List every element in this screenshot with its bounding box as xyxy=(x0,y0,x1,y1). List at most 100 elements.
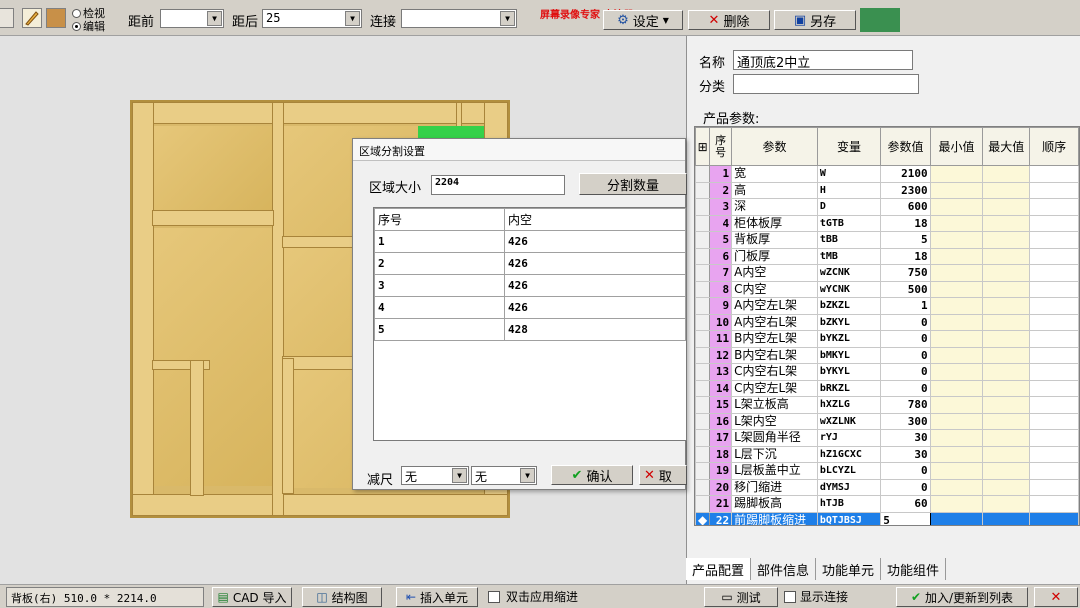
row-index[interactable]: 2 xyxy=(709,181,733,199)
test-button[interactable]: ▭ 测试 xyxy=(704,587,778,607)
var-name[interactable]: D xyxy=(816,198,882,216)
table-row[interactable]: 18 L层下沉 hZ1GCXC 30 xyxy=(695,445,1079,463)
min-value[interactable] xyxy=(929,346,984,364)
row-selector[interactable] xyxy=(695,198,711,216)
row-index[interactable]: 4 xyxy=(709,214,733,232)
table-row[interactable]: 3 426 xyxy=(374,274,686,297)
order-value[interactable] xyxy=(1029,396,1079,414)
select-icon[interactable] xyxy=(0,8,14,28)
row-index[interactable]: 22 xyxy=(709,511,733,525)
dist-back-combo[interactable]: 25 ▼ xyxy=(262,9,362,28)
col-header-min[interactable]: 最小值 xyxy=(929,127,984,166)
settings-button[interactable]: ⚙ 设定 ▼ xyxy=(603,10,683,30)
param-value[interactable]: 780 xyxy=(880,396,931,414)
confirm-button[interactable]: ✔ 确认 xyxy=(551,465,633,485)
order-value[interactable] xyxy=(1029,247,1079,265)
var-name[interactable]: tGTB xyxy=(816,214,882,232)
order-value[interactable] xyxy=(1029,165,1079,183)
row-selector[interactable] xyxy=(695,280,711,298)
max-value[interactable] xyxy=(982,396,1031,414)
min-value[interactable] xyxy=(929,478,984,496)
row-selector[interactable] xyxy=(695,231,711,249)
table-row[interactable]: 14 C内空左L架 bRKZL 0 xyxy=(695,379,1079,397)
param-value[interactable]: 750 xyxy=(880,264,931,282)
param-value[interactable]: 500 xyxy=(880,280,931,298)
param-value[interactable]: 5 xyxy=(880,511,931,525)
row-selector[interactable]: ◆ xyxy=(695,511,711,525)
row-index[interactable]: 3 xyxy=(709,198,733,216)
order-value[interactable] xyxy=(1029,231,1079,249)
max-value[interactable] xyxy=(982,511,1031,525)
split-index[interactable]: 2 xyxy=(374,252,505,275)
delete-button[interactable]: ✕ 删除 xyxy=(688,10,770,30)
param-value[interactable]: 60 xyxy=(880,495,931,513)
param-name[interactable]: 背板厚 xyxy=(731,231,818,249)
param-name[interactable]: 前踢脚板缩进 xyxy=(731,511,818,525)
param-name[interactable]: A内空左L架 xyxy=(731,297,818,315)
param-value[interactable]: 300 xyxy=(880,412,931,430)
var-name[interactable]: W xyxy=(816,165,882,183)
order-value[interactable] xyxy=(1029,478,1079,496)
split-count-button[interactable]: 分割数量 xyxy=(579,173,687,195)
row-selector[interactable] xyxy=(695,165,711,183)
table-row[interactable]: 2 高 H 2300 xyxy=(695,181,1079,199)
max-value[interactable] xyxy=(982,313,1031,331)
max-value[interactable] xyxy=(982,412,1031,430)
table-row[interactable]: 13 C内空右L架 bYKYL 0 xyxy=(695,363,1079,381)
max-value[interactable] xyxy=(982,379,1031,397)
var-name[interactable]: hZ1GCXC xyxy=(816,445,882,463)
var-name[interactable]: bLCYZL xyxy=(816,462,882,480)
row-index[interactable]: 17 xyxy=(709,429,733,447)
table-row[interactable]: 4 426 xyxy=(374,296,686,319)
col-header-var[interactable]: 变量 xyxy=(816,127,882,166)
min-value[interactable] xyxy=(929,280,984,298)
chevron-down-icon[interactable]: ▼ xyxy=(345,11,360,26)
order-value[interactable] xyxy=(1029,181,1079,199)
max-value[interactable] xyxy=(982,264,1031,282)
order-value[interactable] xyxy=(1029,495,1079,513)
min-value[interactable] xyxy=(929,181,984,199)
col-header-param[interactable]: 参数 xyxy=(731,127,818,166)
table-row[interactable]: 5 背板厚 tBB 5 xyxy=(695,231,1079,249)
table-row[interactable]: 10 A内空右L架 bZKYL 0 xyxy=(695,313,1079,331)
order-value[interactable] xyxy=(1029,462,1079,480)
col-header-index[interactable]: 序号 xyxy=(374,208,505,231)
reduce-combo-a[interactable]: 无 ▼ xyxy=(401,466,469,485)
param-value[interactable]: 2100 xyxy=(880,165,931,183)
table-row[interactable]: 4 柜体板厚 tGTB 18 xyxy=(695,214,1079,232)
row-selector[interactable] xyxy=(695,396,711,414)
dblclick-indent-checkbox[interactable] xyxy=(488,591,500,603)
order-value[interactable] xyxy=(1029,412,1079,430)
order-value[interactable] xyxy=(1029,313,1079,331)
param-value[interactable]: 0 xyxy=(880,478,931,496)
split-inner-value[interactable]: 428 xyxy=(504,318,686,341)
min-value[interactable] xyxy=(929,511,984,525)
row-selector[interactable] xyxy=(695,247,711,265)
param-name[interactable]: 柜体板厚 xyxy=(731,214,818,232)
param-name[interactable]: C内空左L架 xyxy=(731,379,818,397)
params-grid[interactable]: ⊞ 序号 参数 变量 参数值 最小值 最大值 顺序 1 宽 W 2100 2 高 H 2300… xyxy=(694,126,1080,526)
row-index[interactable]: 12 xyxy=(709,346,733,364)
row-selector[interactable] xyxy=(695,445,711,463)
param-value[interactable]: 18 xyxy=(880,247,931,265)
var-name[interactable]: H xyxy=(816,181,882,199)
edit-mode-radio[interactable]: 编辑 xyxy=(72,18,105,34)
max-value[interactable] xyxy=(982,231,1031,249)
split-inner-value[interactable]: 426 xyxy=(504,230,686,253)
param-name[interactable]: B内空左L架 xyxy=(731,330,818,348)
order-value[interactable] xyxy=(1029,511,1079,525)
col-header-max[interactable]: 最大值 xyxy=(982,127,1031,166)
param-value[interactable]: 18 xyxy=(880,214,931,232)
var-name[interactable]: dYMSJ xyxy=(816,478,882,496)
row-index[interactable]: 16 xyxy=(709,412,733,430)
table-row[interactable]: 6 门板厚 tMB 18 xyxy=(695,247,1079,265)
split-inner-value[interactable]: 426 xyxy=(504,252,686,275)
table-row[interactable]: 15 L架立板高 hXZLG 780 xyxy=(695,396,1079,414)
row-selector[interactable] xyxy=(695,214,711,232)
var-name[interactable]: wYCNK xyxy=(816,280,882,298)
row-index[interactable]: 21 xyxy=(709,495,733,513)
max-value[interactable] xyxy=(982,330,1031,348)
param-name[interactable]: L层下沉 xyxy=(731,445,818,463)
tab-product-config[interactable]: 产品配置 xyxy=(686,558,752,580)
param-name[interactable]: C内空 xyxy=(731,280,818,298)
